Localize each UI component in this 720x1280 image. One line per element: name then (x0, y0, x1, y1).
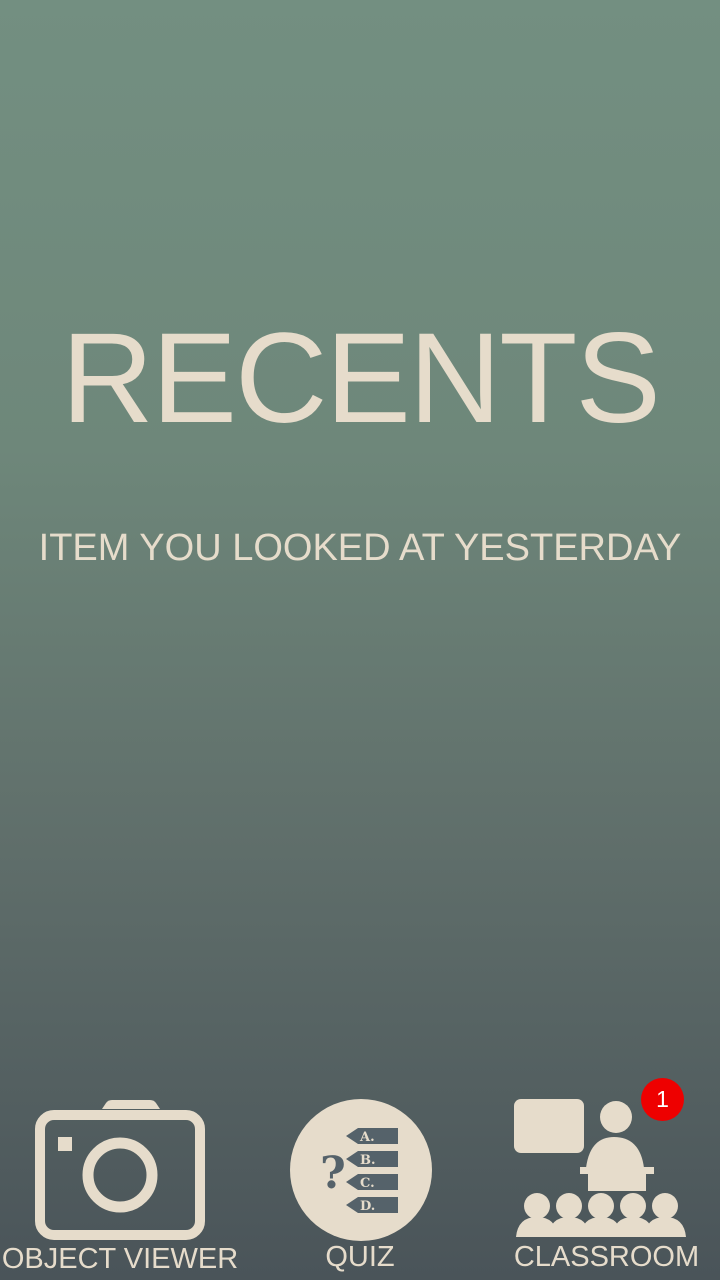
svg-text:B.: B. (360, 1153, 376, 1168)
classroom-notification-badge: 1 (641, 1078, 684, 1121)
nav-quiz[interactable]: ? A. B. C. D. QUIZ (250, 1090, 470, 1280)
nav-classroom[interactable]: CLASSROOM (498, 1090, 718, 1280)
svg-text:A.: A. (359, 1130, 375, 1145)
quiz-icon: ? A. B. C. D. (290, 1099, 432, 1241)
svg-text:C.: C. (360, 1176, 375, 1191)
page-title: RECENTS (61, 307, 661, 450)
nav-quiz-label: QUIZ (325, 1241, 395, 1273)
recent-item[interactable]: ITEM YOU LOOKED AT YESTERDAY (0, 527, 720, 570)
svg-text:?: ? (320, 1148, 346, 1199)
nav-object-viewer[interactable]: OBJECT VIEWER (0, 1090, 240, 1280)
classroom-icon (514, 1099, 686, 1237)
svg-text:D.: D. (360, 1199, 375, 1214)
nav-object-viewer-label: OBJECT VIEWER (1, 1243, 239, 1275)
nav-classroom-label: CLASSROOM (513, 1241, 700, 1273)
camera-icon (35, 1100, 205, 1240)
